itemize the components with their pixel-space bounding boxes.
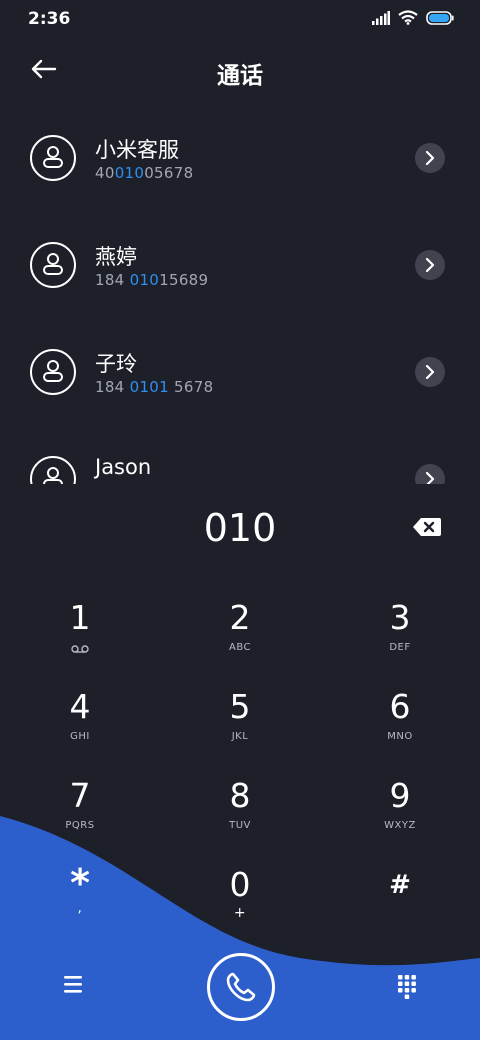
key-9[interactable]: 9 WXYZ — [340, 776, 460, 856]
person-icon — [43, 360, 63, 382]
key-digit: 8 — [229, 776, 251, 815]
menu-button[interactable] — [58, 972, 88, 998]
dial-input[interactable]: 010 — [0, 500, 480, 556]
phone-icon — [226, 972, 256, 1002]
key-letters: JKL — [231, 731, 249, 742]
key-letters: GHI — [70, 731, 90, 742]
status-time: 2:36 — [28, 9, 71, 29]
contact-row[interactable]: 燕婷 184 01015689 — [0, 211, 480, 318]
key-digit: 5 — [229, 687, 251, 726]
contact-name: 燕婷 — [95, 245, 137, 269]
status-icons — [372, 10, 454, 25]
key-5[interactable]: 5 JKL — [180, 687, 300, 767]
contact-name: 小米客服 — [95, 138, 179, 162]
chevron-right-icon — [425, 472, 435, 484]
key-letters: TUV — [229, 820, 251, 831]
contact-detail-button[interactable] — [415, 357, 445, 387]
key-digit: # — [389, 870, 411, 900]
contact-number: 4001005678 — [95, 164, 194, 182]
key-0[interactable]: 0 + — [180, 865, 300, 945]
match-highlight: 0101 — [129, 378, 169, 396]
menu-icon — [64, 976, 82, 993]
contact-number: 184 0101 5678 — [95, 378, 214, 396]
person-icon — [43, 467, 63, 484]
key-7[interactable]: 7 PQRS — [20, 776, 140, 856]
key-3[interactable]: 3 DEF — [340, 598, 460, 678]
person-icon — [43, 146, 63, 168]
dialpad-icon — [398, 975, 416, 999]
key-digit: 9 — [389, 776, 411, 815]
backspace-button[interactable] — [412, 516, 442, 538]
avatar — [30, 242, 76, 288]
key-digit: 6 — [389, 687, 411, 726]
key-letters: MNO — [387, 731, 413, 742]
chevron-right-icon — [425, 258, 435, 272]
page-title: 通话 — [217, 63, 263, 89]
key-letters: , — [77, 901, 83, 916]
battery-icon — [426, 10, 454, 25]
key-digit: 3 — [389, 598, 411, 637]
voicemail-icon — [71, 645, 89, 653]
key-letters: + — [233, 905, 247, 921]
match-highlight: 010 — [114, 164, 145, 182]
app-header: 通话 — [0, 44, 480, 100]
backspace-icon — [413, 518, 441, 536]
key-4[interactable]: 4 GHI — [20, 687, 140, 767]
avatar — [30, 135, 76, 181]
key-hash[interactable]: # — [340, 865, 460, 945]
dialpad-toggle-button[interactable] — [396, 973, 418, 999]
contact-name: 子玲 — [95, 352, 137, 376]
call-button[interactable] — [207, 953, 275, 1021]
contact-row[interactable]: 子玲 184 0101 5678 — [0, 318, 480, 425]
key-6[interactable]: 6 MNO — [340, 687, 460, 767]
key-letters: WXYZ — [384, 820, 416, 831]
contact-row[interactable]: Jason — [0, 425, 480, 484]
contact-detail-button[interactable] — [415, 250, 445, 280]
person-icon — [43, 253, 63, 275]
contact-list: 小米客服 4001005678 燕婷 184 01015689 子玲 184 0… — [0, 104, 480, 484]
status-bar: 2:36 — [0, 0, 480, 40]
key-8[interactable]: 8 TUV — [180, 776, 300, 856]
key-digit: 2 — [229, 598, 251, 637]
avatar — [30, 456, 76, 484]
key-letters: DEF — [389, 642, 411, 653]
contact-row[interactable]: 小米客服 4001005678 — [0, 104, 480, 211]
key-digit: 0 — [229, 865, 251, 904]
chevron-right-icon — [425, 365, 435, 379]
signal-icon — [372, 10, 390, 25]
contact-detail-button[interactable] — [415, 464, 445, 484]
key-star[interactable]: * , — [20, 861, 140, 945]
key-digit: 7 — [69, 776, 91, 815]
chevron-right-icon — [425, 151, 435, 165]
key-digit: 1 — [69, 598, 91, 637]
contact-detail-button[interactable] — [415, 143, 445, 173]
avatar — [30, 349, 76, 395]
wifi-icon — [398, 10, 418, 25]
match-highlight: 010 — [129, 271, 160, 289]
key-digit: 4 — [69, 687, 91, 726]
key-digit: * — [70, 861, 90, 905]
key-2[interactable]: 2 ABC — [180, 598, 300, 678]
contact-name: Jason — [95, 455, 152, 479]
key-letters: ABC — [228, 642, 251, 653]
contact-number: 184 01015689 — [95, 271, 209, 289]
key-1[interactable]: 1 — [20, 598, 140, 678]
key-letters: PQRS — [65, 820, 95, 831]
